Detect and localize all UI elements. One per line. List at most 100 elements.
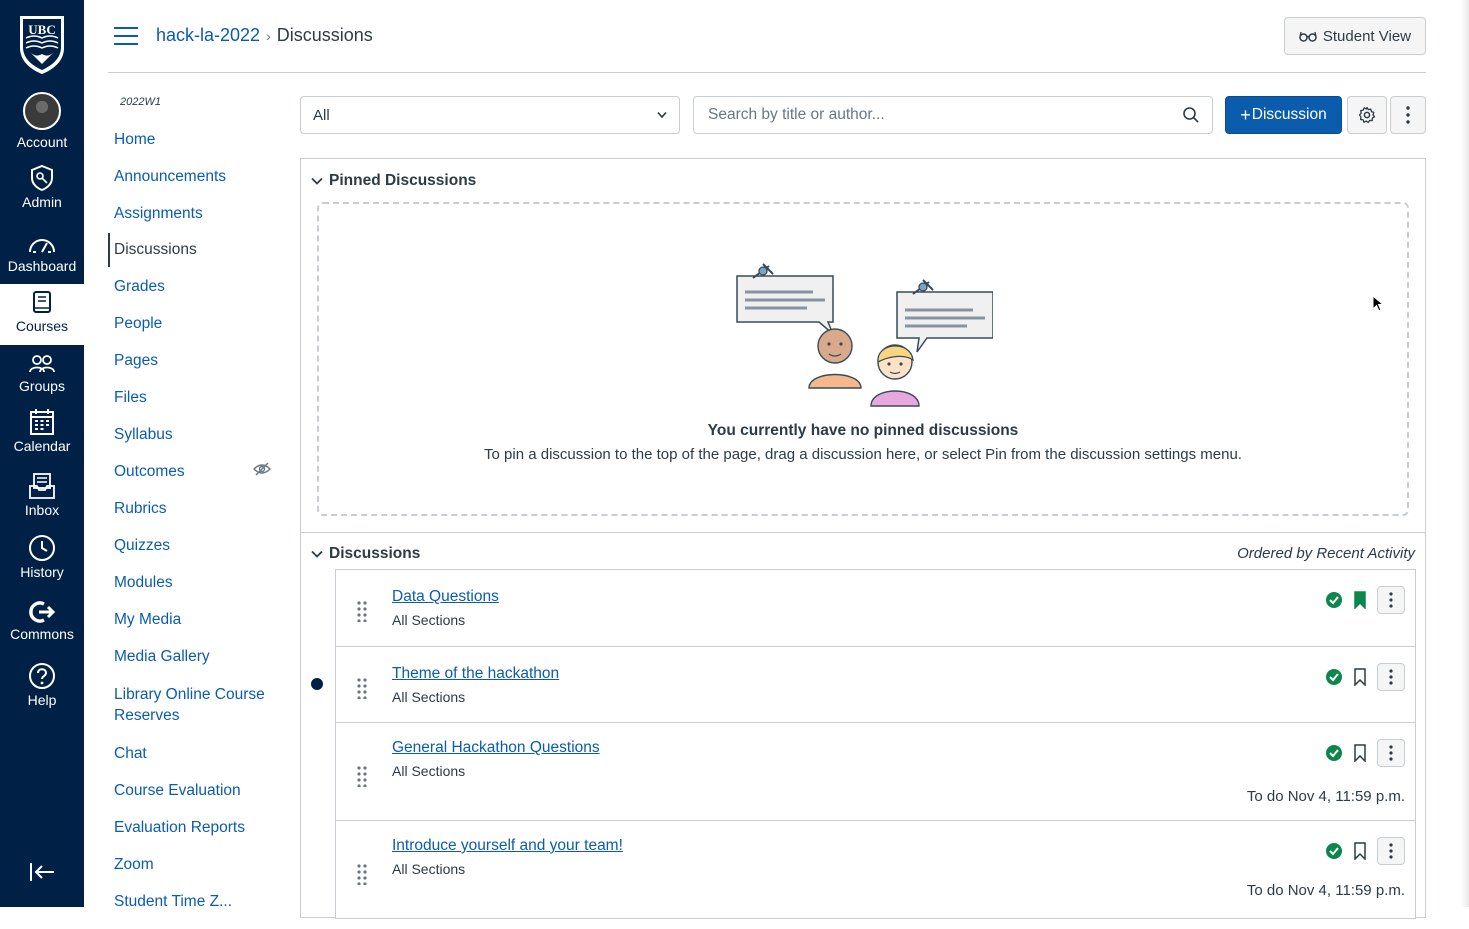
mouse-cursor-icon <box>1372 295 1384 312</box>
course-nav-pages[interactable]: Pages <box>108 351 283 370</box>
drag-handle-icon[interactable] <box>356 863 368 885</box>
kebab-icon <box>1389 843 1393 859</box>
drag-handle-icon[interactable] <box>356 677 368 699</box>
published-check-icon[interactable] <box>1325 668 1343 686</box>
pinned-drop-zone[interactable]: You currently have no pinned discussions… <box>317 202 1409 516</box>
nav-account[interactable]: Account <box>0 92 84 150</box>
discussion-title[interactable]: General Hackathon Questions <box>392 739 600 757</box>
course-nav-modules[interactable]: Modules <box>108 573 283 592</box>
course-nav-syllabus[interactable]: Syllabus <box>108 425 283 444</box>
course-nav-assignments[interactable]: Assignments <box>108 204 283 223</box>
course-nav-library-reserves[interactable]: Library Online Course Reserves <box>108 684 283 726</box>
course-nav-home[interactable]: Home <box>108 130 283 149</box>
search-input[interactable] <box>706 105 1182 125</box>
chevron-right-icon: › <box>266 28 271 44</box>
published-check-icon[interactable] <box>1325 591 1343 609</box>
group-icon <box>29 355 55 373</box>
discussion-title[interactable]: Data Questions <box>392 588 499 606</box>
avatar <box>23 92 61 130</box>
nav-history[interactable]: History <box>0 534 84 580</box>
kebab-icon <box>1406 106 1410 124</box>
published-check-icon[interactable] <box>1325 744 1343 762</box>
discussions-section-toggle[interactable]: Discussions <box>311 545 420 563</box>
book-icon <box>33 291 51 313</box>
discussion-row[interactable]: Data Questions All Sections <box>335 569 1416 647</box>
pinned-section-toggle[interactable]: Pinned Discussions <box>311 172 476 190</box>
nav-dashboard[interactable]: Dashboard <box>0 232 84 274</box>
unread-indicator <box>311 678 323 690</box>
filter-value: All <box>313 106 330 124</box>
course-nav-outcomes-label: Outcomes <box>114 463 185 480</box>
help-icon <box>29 663 55 689</box>
student-view-button[interactable]: Student View <box>1283 17 1426 55</box>
discussion-actions <box>1325 586 1405 614</box>
published-check-icon[interactable] <box>1325 842 1343 860</box>
nav-calendar[interactable]: Calendar <box>0 408 84 454</box>
course-nav-evaluation-reports[interactable]: Evaluation Reports <box>108 818 283 837</box>
course-nav-chat[interactable]: Chat <box>108 744 283 763</box>
nav-courses[interactable]: Courses <box>0 284 84 345</box>
discussions-panel: Pinned Discussions You currently have no… <box>300 158 1426 919</box>
discussion-title[interactable]: Introduce yourself and your team! <box>392 837 623 855</box>
nav-commons[interactable]: Commons <box>0 600 84 642</box>
course-nav-discussions[interactable]: Discussions <box>108 233 283 267</box>
discussion-row[interactable]: Theme of the hackathon All Sections <box>335 646 1416 723</box>
course-menu-toggle[interactable] <box>114 26 138 51</box>
course-nav-media-gallery[interactable]: Media Gallery <box>108 647 283 666</box>
todo-date: To do Nov 4, 11:59 p.m. <box>1246 788 1405 805</box>
global-navigation: UBC Account Admin Dashboard Courses Grou… <box>0 0 84 907</box>
bookmark-icon[interactable] <box>1353 842 1367 860</box>
empty-pinned-description: To pin a discussion to the top of the pa… <box>484 446 1242 463</box>
course-nav-quizzes[interactable]: Quizzes <box>108 536 283 555</box>
bookmark-filled-icon[interactable] <box>1353 591 1367 609</box>
bookmark-icon[interactable] <box>1353 668 1367 686</box>
course-nav-course-evaluation[interactable]: Course Evaluation <box>108 781 283 800</box>
discussion-sections: All Sections <box>392 612 466 628</box>
collapse-nav-button[interactable] <box>28 860 56 889</box>
row-options-button[interactable] <box>1377 837 1405 865</box>
nav-help[interactable]: Help <box>0 662 84 708</box>
drag-handle-icon[interactable] <box>356 600 368 622</box>
eye-slash-icon <box>253 462 271 476</box>
row-options-button[interactable] <box>1377 663 1405 691</box>
course-nav-files[interactable]: Files <box>108 388 283 407</box>
add-discussion-button[interactable]: + Discussion <box>1225 96 1342 134</box>
nav-dashboard-label: Dashboard <box>7 258 77 274</box>
ubc-logo[interactable]: UBC <box>18 14 66 76</box>
nav-admin-label: Admin <box>22 194 62 210</box>
calendar-icon <box>30 409 54 435</box>
discussion-sections: All Sections <box>392 689 466 705</box>
course-nav-outcomes[interactable]: Outcomes <box>108 462 283 481</box>
more-options-button[interactable] <box>1390 96 1426 134</box>
row-options-button[interactable] <box>1377 586 1405 614</box>
drag-handle-icon[interactable] <box>356 765 368 787</box>
course-nav-zoom[interactable]: Zoom <box>108 855 283 874</box>
plus-icon: + <box>1240 104 1251 125</box>
discussion-sections: All Sections <box>392 763 466 779</box>
course-nav-student-time-zone[interactable]: Student Time Z... <box>108 892 283 911</box>
course-nav-rubrics[interactable]: Rubrics <box>108 499 283 518</box>
chevron-down-icon <box>657 111 667 119</box>
discussion-row[interactable]: General Hackathon Questions All Sections… <box>335 722 1416 821</box>
nav-inbox[interactable]: Inbox <box>0 472 84 518</box>
discussion-sections: All Sections <box>392 861 466 877</box>
bookmark-icon[interactable] <box>1353 744 1367 762</box>
course-nav-my-media[interactable]: My Media <box>108 610 283 629</box>
shield-icon <box>31 164 53 192</box>
nav-admin[interactable]: Admin <box>0 164 84 210</box>
empty-pinned-title: You currently have no pinned discussions <box>707 422 1019 439</box>
search-icon[interactable] <box>1182 106 1200 124</box>
course-nav-people[interactable]: People <box>108 314 283 333</box>
discussion-title[interactable]: Theme of the hackathon <box>392 665 559 683</box>
nav-courses-label: Courses <box>15 318 69 334</box>
todo-date: To do Nov 4, 11:59 p.m. <box>1246 882 1405 899</box>
discussion-filter-select[interactable]: All <box>300 96 680 134</box>
course-nav-grades[interactable]: Grades <box>108 277 283 296</box>
discussion-settings-button[interactable] <box>1347 96 1387 134</box>
row-options-button[interactable] <box>1377 739 1405 767</box>
course-nav-announcements[interactable]: Announcements <box>108 167 283 186</box>
breadcrumb-course[interactable]: hack-la-2022 <box>156 25 260 45</box>
discussion-row[interactable]: Introduce yourself and your team! All Se… <box>335 820 1416 919</box>
nav-groups[interactable]: Groups <box>0 352 84 394</box>
breadcrumb: hack-la-2022 › Discussions <box>156 25 373 46</box>
